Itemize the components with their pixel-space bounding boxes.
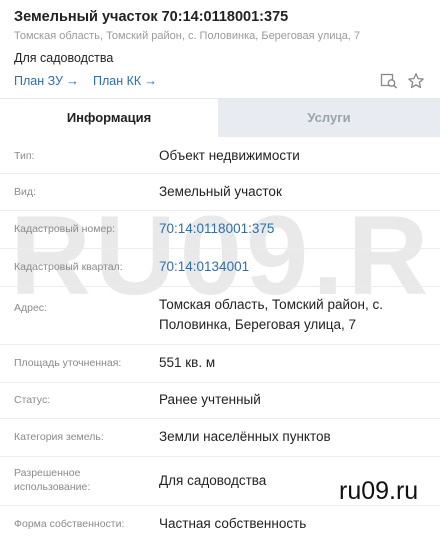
tab-info[interactable]: Информация xyxy=(0,99,218,137)
detail-label: Площадь уточненная: xyxy=(14,357,122,369)
detail-value: Земельный участок xyxy=(159,184,282,199)
detail-row-status: Статус: Ранее учтенный xyxy=(0,383,440,419)
detail-label: Форма собственности: xyxy=(14,518,125,530)
plan-zu-label: План ЗУ xyxy=(14,74,63,88)
detail-value: Земли населённых пунктов xyxy=(159,429,331,444)
detail-label: Статус: xyxy=(14,394,51,406)
tabs-bar: Информация Услуги xyxy=(0,98,440,137)
detail-label: Тип: xyxy=(14,150,35,162)
detail-row-kind: Вид: Земельный участок xyxy=(0,174,440,211)
detail-value: Томская область, Томский район, с. Полов… xyxy=(159,297,383,332)
cadastral-number-link[interactable]: 70:14:0118001:375 xyxy=(159,219,430,239)
detail-row-cadastral-block: Кадастровый квартал: 70:14:0134001 xyxy=(0,249,440,287)
detail-row-ownership: Форма собственности: Частная собственнос… xyxy=(0,506,440,546)
detail-label: Кадастровый квартал: xyxy=(14,261,123,273)
watermark-site-name: ru09.ru xyxy=(339,477,419,505)
detail-value: Объект недвижимости xyxy=(159,148,300,163)
detail-row-type: Тип: Объект недвижимости xyxy=(0,137,440,174)
detail-row-land-category: Категория земель: Земли населённых пункт… xyxy=(0,419,440,457)
detail-row-address: Адрес: Томская область, Томский район, с… xyxy=(0,287,440,345)
detail-value: Частная собственность xyxy=(159,516,307,531)
detail-row-area: Площадь уточненная: 551 кв. м xyxy=(0,345,440,383)
detail-label: Вид: xyxy=(14,186,36,198)
object-header: Земельный участок 70:14:0118001:375 Томс… xyxy=(0,0,440,92)
detail-label: Адрес: xyxy=(14,302,47,314)
arrow-right-icon: → xyxy=(144,73,158,88)
cadastral-block-link[interactable]: 70:14:0134001 xyxy=(159,257,430,277)
address-subtitle: Томская область, Томский район, с. Полов… xyxy=(14,30,361,42)
detail-value: 551 кв. м xyxy=(159,355,216,370)
search-map-icon[interactable] xyxy=(380,72,398,90)
tab-services[interactable]: Услуги xyxy=(218,99,440,137)
detail-label: Кадастровый номер: xyxy=(14,223,116,235)
page-title: Земельный участок 70:14:0118001:375 xyxy=(14,9,289,25)
detail-row-cadastral-number: Кадастровый номер: 70:14:0118001:375 xyxy=(0,211,440,249)
plan-kk-label: План КК xyxy=(93,74,142,88)
detail-label: Разрешенное использование: xyxy=(14,467,91,493)
purpose-text: Для садоводства xyxy=(14,51,114,65)
detail-value: Ранее учтенный xyxy=(159,392,261,407)
detail-label: Категория земель: xyxy=(14,431,104,443)
arrow-right-icon: → xyxy=(65,73,79,88)
plan-links-row: План ЗУ → План КК → xyxy=(14,70,426,92)
star-icon[interactable] xyxy=(407,72,425,90)
plan-kk-link[interactable]: План КК → xyxy=(93,73,157,88)
plan-zu-link[interactable]: План ЗУ → xyxy=(14,73,79,88)
